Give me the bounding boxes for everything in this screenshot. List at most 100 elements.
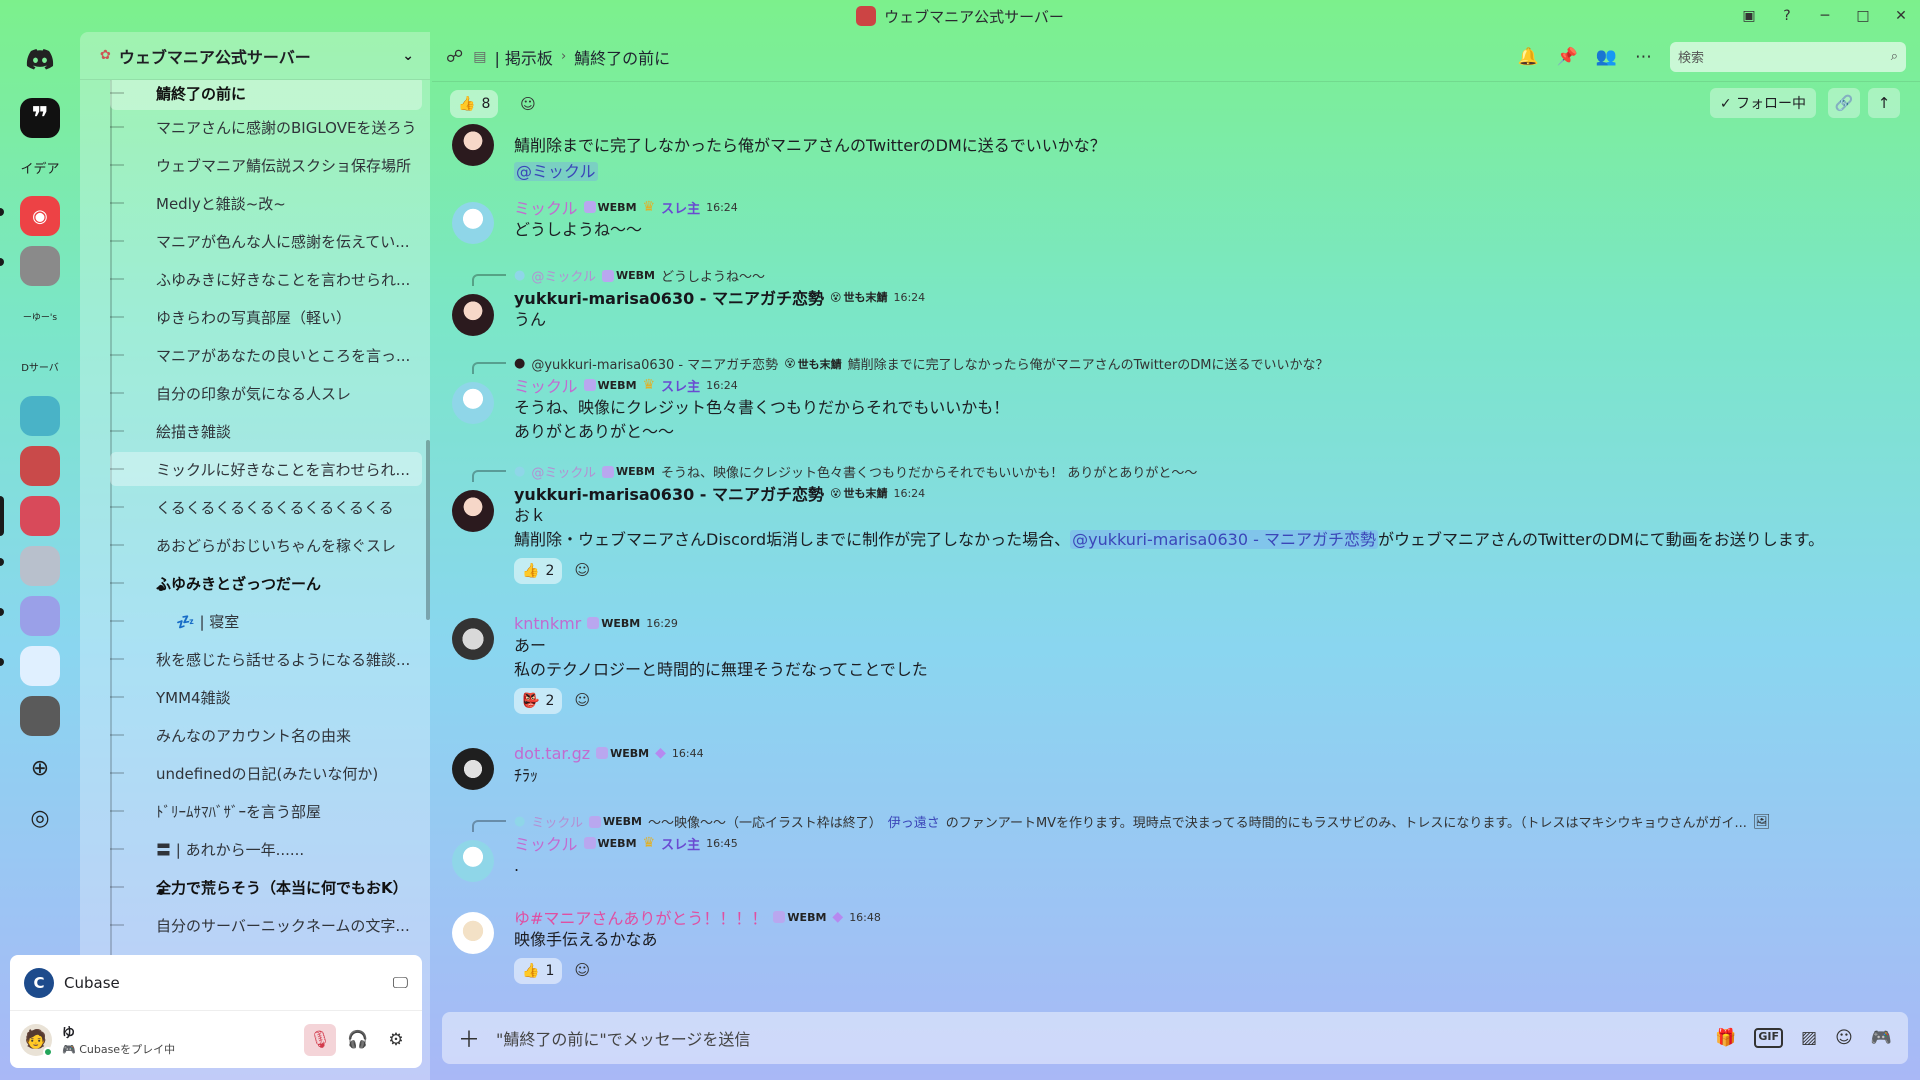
gear-icon[interactable]: ⚙ <box>380 1024 412 1056</box>
more-icon[interactable]: ⋯ <box>1635 47 1652 67</box>
thread-item[interactable]: 絵描き雑談 <box>110 414 422 448</box>
gif-icon[interactable]: GIF <box>1754 1028 1784 1048</box>
plus-icon[interactable]: ＋ <box>458 1022 480 1054</box>
thread-item[interactable]: 💤 | 寝室 <box>110 604 422 638</box>
sidebar-scrollbar[interactable] <box>426 440 430 620</box>
username[interactable]: kntnkmr <box>514 614 581 633</box>
thread-item[interactable]: くるくるくるくるくるくるくるくる <box>110 490 422 524</box>
avatar[interactable] <box>452 748 494 790</box>
reply-preview[interactable]: ● @yukkuri-marisa0630 - マニアガチ恋勢 😵 世も末鯖 鯖削… <box>514 354 1328 373</box>
username[interactable]: ミックル <box>514 831 578 855</box>
thread-item[interactable]: Medlyと雑談~改~ <box>110 186 422 220</box>
thread-item[interactable]: 全力で荒らそう（本当に何でもおK） <box>110 870 422 904</box>
add-reaction-icon[interactable]: ☺ <box>570 958 594 982</box>
message-input[interactable]: "鯖終了の前に"でメッセージを送信 <box>496 1026 750 1050</box>
thread-item[interactable]: ウェブマニア鯖伝説スクショ保存場所 <box>110 148 422 182</box>
server-anime-icon[interactable] <box>20 546 60 586</box>
avatar[interactable] <box>452 912 494 954</box>
message-composer[interactable]: ＋ "鯖終了の前に"でメッセージを送信 🎁 GIF ▨ ☺ 🎮 <box>442 1012 1908 1064</box>
follow-button[interactable]: ✓ フォロー中 <box>1709 88 1816 118</box>
search-input[interactable]: 検索 ⌕ <box>1670 41 1906 72</box>
thread-item[interactable]: みんなのアカウント名の由来 <box>110 718 422 752</box>
avatar[interactable] <box>452 202 494 244</box>
reply-preview[interactable]: ● ミックル WEBM ～～映像～～（一応イラスト枠は終了） 伊っ遠さ のファン… <box>514 812 1771 832</box>
server-header[interactable]: ✿ ウェブマニア公式サーバー ⌄ <box>80 32 430 80</box>
inbox-icon[interactable]: ▣ <box>1730 0 1768 32</box>
server-manga-icon[interactable] <box>20 446 60 486</box>
username[interactable]: ミックル <box>514 373 578 397</box>
arrow-up-icon[interactable]: ↑ <box>1868 88 1900 118</box>
thread-item[interactable]: マニアさんに感謝のBIGLOVEを送ろう <box>110 110 422 144</box>
avatar[interactable] <box>452 840 494 882</box>
username[interactable]: yukkuri-marisa0630 - マニアガチ恋勢 <box>514 481 824 505</box>
add-reaction-icon[interactable]: ☺ <box>516 92 540 116</box>
reaction-chip[interactable]: 👺 2 <box>514 688 563 714</box>
headphones-icon[interactable]: 🎧 <box>342 1024 374 1056</box>
emoji-icon[interactable]: ☺ <box>1835 1028 1853 1048</box>
server-webmania-icon[interactable] <box>20 496 60 536</box>
thread-item[interactable]: ふゆみきに好きなことを言わせられ... <box>110 262 422 296</box>
server-quotes-icon[interactable]: ❞ <box>20 98 60 138</box>
mic-muted-icon[interactable]: 🎙 <box>304 1023 336 1056</box>
thread-item[interactable]: ﾄﾞﾘｰﾑｻﾏﾊﾞｻﾞｰを言う部屋 <box>110 794 422 828</box>
link-icon[interactable]: 🔗 <box>1828 88 1860 118</box>
reply-link[interactable]: 伊っ遠さ <box>888 812 940 831</box>
close-button[interactable]: ✕ <box>1882 0 1920 32</box>
reaction-chip[interactable]: 👍 2 <box>514 558 563 584</box>
server-blue-icon[interactable] <box>20 396 60 436</box>
breadcrumb-forum[interactable]: | 掲示板 <box>494 45 552 69</box>
user-info[interactable]: ゆ 🎮 Cubaseをプレイ中 <box>62 1022 175 1057</box>
sticker-icon[interactable]: ▨ <box>1801 1028 1817 1048</box>
thread-item[interactable]: 鯖終了の前に <box>110 80 422 110</box>
avatar[interactable] <box>452 618 494 660</box>
thread-item[interactable]: 自分の印象が気になる人スレ <box>110 376 422 410</box>
thread-item[interactable]: ミックルに好きなことを言わせられ... <box>110 452 422 486</box>
username[interactable]: dot.tar.gz <box>514 744 590 763</box>
members-icon[interactable]: 👥 <box>1596 47 1617 67</box>
avatar[interactable] <box>452 382 494 424</box>
server-purple-icon[interactable] <box>20 596 60 636</box>
avatar[interactable]: 🧑 <box>20 1023 53 1057</box>
mention[interactable]: @yukkuri-marisa0630 - マニアガチ恋勢 <box>1070 530 1378 549</box>
game-icon[interactable]: 🎮 <box>1871 1028 1892 1048</box>
server-idea[interactable]: イデア <box>20 147 60 187</box>
maximize-button[interactable]: □ <box>1844 0 1882 32</box>
thread-item[interactable]: マニアがあなたの良いところを言っ... <box>110 338 422 372</box>
reaction-chip[interactable]: 👍 1 <box>514 958 563 984</box>
thread-reaction[interactable]: 👍 8 <box>450 90 499 118</box>
server-avatar-icon[interactable] <box>20 246 60 286</box>
thread-item[interactable]: あおどらがおじいちゃんを稼ぐスレ <box>110 528 422 562</box>
discord-icon[interactable] <box>20 40 60 80</box>
server-discord-red-icon[interactable]: ◉ <box>20 196 60 236</box>
avatar[interactable] <box>452 124 494 166</box>
thread-item[interactable]: マニアが色んな人に感謝を伝えてい... <box>110 224 422 258</box>
mention[interactable]: @ミックル <box>514 162 598 181</box>
thread-item[interactable]: YMM4雑談 <box>110 680 422 714</box>
add-reaction-icon[interactable]: ☺ <box>570 688 594 712</box>
reply-preview[interactable]: ● @ミックル WEBM どうしようね～～ <box>514 266 765 285</box>
thread-item[interactable]: ゆきらわの写真部屋（軽い） <box>110 300 422 334</box>
gift-icon[interactable]: 🎁 <box>1715 1028 1736 1048</box>
bell-icon[interactable]: 🔔 <box>1517 47 1538 67</box>
server-building-icon[interactable] <box>20 646 60 686</box>
add-server-icon[interactable]: ⊕ <box>20 748 60 788</box>
avatar[interactable] <box>452 490 494 532</box>
add-reaction-icon[interactable]: ☺ <box>570 558 594 582</box>
thread-item[interactable]: 秋を感じたら話せるようになる雑談... <box>110 642 422 676</box>
discover-icon[interactable]: ◎ <box>20 798 60 838</box>
reply-preview[interactable]: ● @ミックル WEBM そうね、映像にクレジット色々書くつもりだからそれでもい… <box>514 462 1197 481</box>
activity-panel[interactable]: C Cubase 🖵 <box>10 955 422 1010</box>
avatar[interactable] <box>452 294 494 336</box>
username[interactable]: ミックル <box>514 195 578 219</box>
thread-item[interactable]: 〓 | あれから一年...... <box>110 832 422 866</box>
username[interactable]: yukkuri-marisa0630 - マニアガチ恋勢 <box>514 285 824 309</box>
server-d[interactable]: Dサーバ <box>20 346 60 386</box>
thread-item[interactable]: 自分のサーバーニックネームの文字... <box>110 908 422 942</box>
server-sunglasses-icon[interactable] <box>20 696 60 736</box>
minimize-button[interactable]: ─ <box>1806 0 1844 32</box>
thread-item[interactable]: undefinedの日記(みたいな何か) <box>110 756 422 790</box>
username[interactable]: ゆ#マニアさんありがとう！！！！ <box>514 905 767 929</box>
thread-item[interactable]: ふゆみきとざっつだーん <box>110 566 422 600</box>
screen-share-icon[interactable]: 🖵 <box>393 973 408 993</box>
pin-icon[interactable]: 📌 <box>1557 47 1578 67</box>
